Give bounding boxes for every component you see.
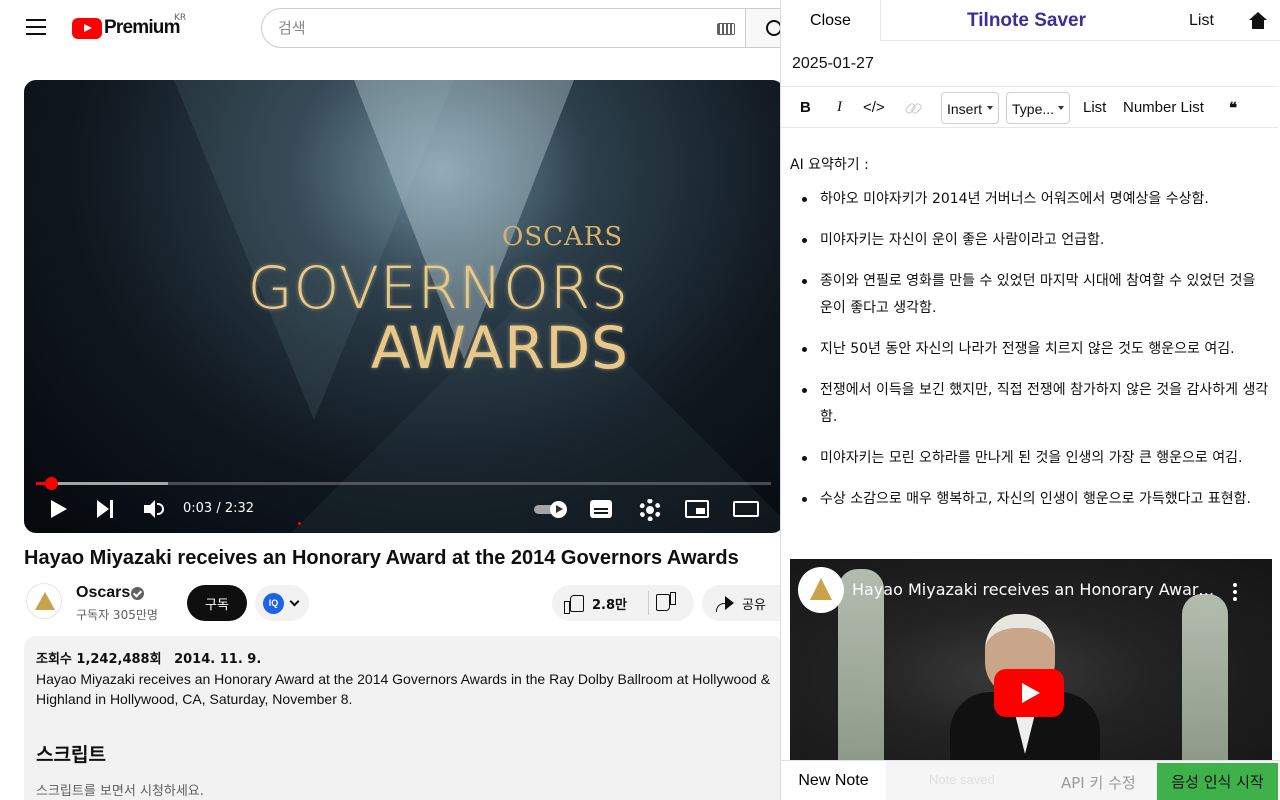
new-note-button[interactable]: New Note (781, 761, 886, 800)
insert-dropdown[interactable]: Insert (941, 92, 999, 124)
description-text: Hayao Miyazaki receives an Honorary Awar… (36, 671, 771, 707)
subscriber-count: 구독자 305만명 (76, 608, 158, 622)
statue-figure (1182, 594, 1228, 760)
tilnote-footer: New Note Note saved API 키 수정 음성 인식 시작 (781, 760, 1280, 800)
more-options-icon[interactable] (1233, 583, 1237, 601)
list-item: 종이와 연필로 영화를 만들 수 있었던 마지막 시대에 참여할 수 있었던 것… (790, 268, 1270, 322)
share-arrow-icon (714, 593, 736, 613)
thumbs-up-icon[interactable] (564, 593, 584, 614)
progress-scrubber[interactable] (44, 477, 58, 490)
next-icon[interactable] (97, 500, 115, 518)
search-box (261, 8, 745, 48)
like-dislike-group: 2.8만 (552, 585, 694, 621)
youtube-logo[interactable]: Premium (72, 17, 181, 39)
progress-bar[interactable] (36, 477, 771, 490)
autoplay-toggle[interactable] (534, 501, 570, 518)
share-button[interactable]: 공유 (702, 585, 780, 621)
menu-icon[interactable] (26, 19, 46, 35)
script-subtitle: 스크립트를 보면서 시청하세요. (36, 784, 204, 799)
bullet-list-button[interactable]: List (1083, 99, 1106, 116)
start-voice-recognition-button[interactable]: 음성 인식 시작 (1157, 763, 1278, 800)
note-title-input[interactable] (792, 53, 1262, 75)
list-item: 지난 50년 동안 자신의 나라가 전쟁을 치르지 않은 것도 행운으로 여김. (790, 336, 1270, 363)
ai-summary-label: AI 요약하기 : (790, 157, 869, 173)
youtube-play-logo-icon (72, 17, 102, 39)
editor-toolbar: B I </> Insert Type... List Number List … (781, 86, 1278, 128)
miniplayer-icon[interactable] (685, 500, 709, 518)
search-button[interactable] (745, 8, 780, 48)
insert-label: Insert (947, 101, 983, 117)
embed-channel-avatar[interactable] (798, 567, 844, 613)
tilnote-header: Close Tilnote Saver List (781, 0, 1280, 41)
thumbs-down-icon[interactable] (656, 593, 676, 613)
list-item: 수상 소감으로 매우 행복하고, 자신의 인생이 행운으로 가득했다고 표현함. (790, 486, 1270, 513)
number-list-button[interactable]: Number List (1123, 99, 1204, 116)
keyboard-icon[interactable] (717, 23, 735, 35)
view-count: 조회수 1,242,488회 (36, 652, 162, 667)
app-title: Tilnote Saver (967, 10, 1086, 31)
list-item: 전쟁에서 이득을 보긴 했지만, 직접 전쟁에 참가하지 않은 것을 감사하게 … (790, 377, 1270, 431)
channel-name[interactable]: Oscars (76, 584, 130, 602)
search-input[interactable] (278, 17, 698, 39)
play-icon[interactable] (51, 500, 67, 518)
youtube-page: Premium KR OSCARS GOVERNORS AWARDS 0:03 … (0, 0, 780, 800)
verified-check-icon (131, 587, 144, 600)
upload-date: 2014. 11. 9. (174, 652, 262, 667)
divider (648, 591, 649, 615)
code-button[interactable]: </> (863, 99, 885, 116)
time-display: 0:03 / 2:32 (183, 501, 255, 516)
embed-play-button[interactable] (994, 669, 1064, 717)
tilnote-panel: Close Tilnote Saver List B I </> Insert … (780, 0, 1280, 800)
video-title: Hayao Miyazaki receives an Honorary Awar… (24, 547, 739, 569)
save-status: Note saved (929, 772, 995, 787)
settings-gear-icon[interactable] (639, 499, 661, 521)
volume-icon[interactable] (144, 500, 164, 518)
quote-icon[interactable]: ❝ (1229, 99, 1237, 117)
type-label: Type... (1012, 101, 1055, 117)
description-box[interactable]: 조회수 1,242,488회 2014. 11. 9. Hayao Miyaza… (24, 636, 780, 800)
embedded-video[interactable]: Hayao Miyazaki receives an Honorary Awar… (790, 559, 1272, 760)
channel-avatar[interactable] (26, 583, 62, 619)
list-item: 미야자키는 자신이 운이 좋은 사람이라고 언급함. (790, 227, 1270, 254)
video-overlay-awards: AWARDS (370, 314, 629, 382)
video-overlay-oscars: OSCARS (502, 222, 624, 252)
list-button[interactable]: List (1189, 12, 1214, 30)
subtitles-icon[interactable] (590, 500, 612, 518)
embed-video-title[interactable]: Hayao Miyazaki receives an Honorary Awar… (852, 580, 1217, 599)
list-item: 하야오 미야자키가 2014년 거버너스 어워즈에서 명예상을 수상함. (790, 186, 1270, 213)
bold-button[interactable]: B (800, 99, 811, 116)
video-overlay-governors: GOVERNORS (247, 254, 629, 322)
close-button[interactable]: Close (781, 0, 881, 41)
search-icon (766, 20, 780, 36)
video-player[interactable]: OSCARS GOVERNORS AWARDS 0:03 / 2:32 (24, 80, 780, 533)
home-icon[interactable] (1249, 12, 1267, 29)
script-heading: 스크립트 (36, 744, 106, 766)
youtube-header: Premium KR (0, 0, 780, 56)
iq-icon: IQ (263, 593, 284, 614)
region-code: KR (174, 13, 187, 23)
edit-api-key-button[interactable]: API 키 수정 (1061, 772, 1136, 793)
iq-extension-button[interactable]: IQ (255, 585, 309, 621)
subscribe-button[interactable]: 구독 (187, 585, 247, 621)
caret-down-icon (987, 106, 993, 110)
share-label: 공유 (742, 598, 766, 613)
theater-mode-icon[interactable] (733, 501, 759, 517)
like-count[interactable]: 2.8만 (592, 594, 627, 613)
italic-button[interactable]: I (837, 99, 842, 116)
chevron-down-icon (289, 596, 300, 607)
caret-down-icon (1058, 106, 1064, 110)
chapter-marker (298, 522, 301, 525)
type-dropdown[interactable]: Type... (1006, 92, 1070, 124)
note-editor[interactable]: AI 요약하기 : 하야오 미야자키가 2014년 거버너스 어워즈에서 명예상… (781, 128, 1278, 760)
link-icon[interactable] (905, 101, 921, 115)
view-meta: 조회수 1,242,488회 2014. 11. 9. (36, 648, 261, 667)
list-item: 미야자키는 모린 오하라를 만나게 된 것을 인생의 가장 큰 행운으로 여김. (790, 445, 1270, 472)
summary-list: 하야오 미야자키가 2014년 거버너스 어워즈에서 명예상을 수상함. 미야자… (790, 186, 1270, 527)
logo-text: Premium (104, 17, 181, 38)
